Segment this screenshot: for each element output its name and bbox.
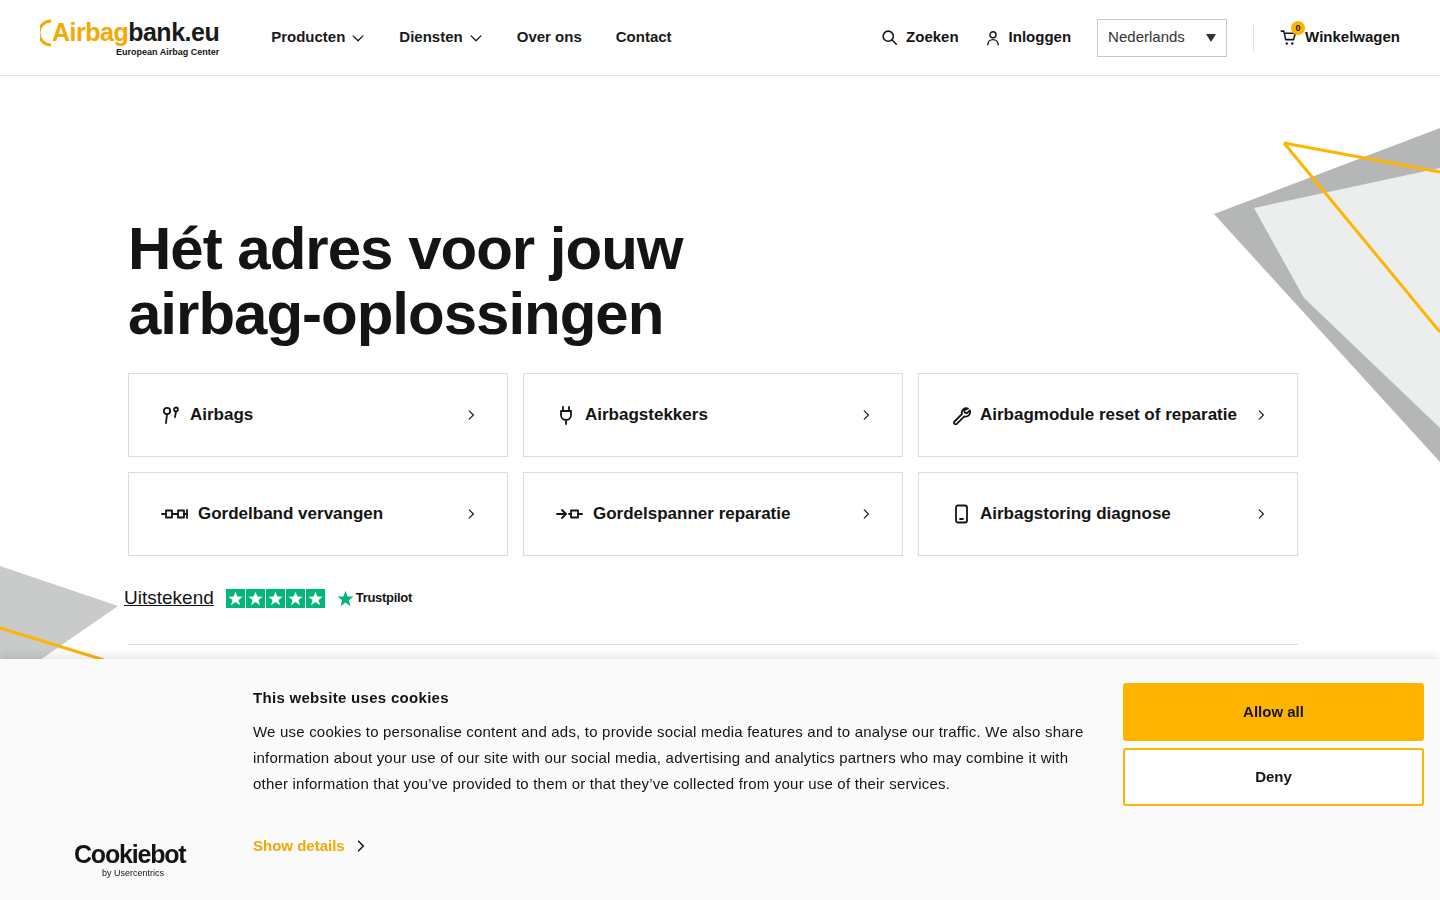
tile-label[interactable]: Airbagstoring diagnose (980, 501, 1246, 527)
site-logo[interactable]: Airbagbank.euEuropean Airbag Center (40, 19, 219, 57)
cart-button[interactable]: 0 Winkelwagen (1280, 26, 1400, 49)
show-details-label[interactable]: Show details (253, 835, 345, 858)
nav-item[interactable]: Contact (616, 26, 672, 49)
search-button[interactable]: Zoeken (881, 26, 959, 49)
nav-label[interactable]: Producten (271, 26, 345, 49)
star-icon (246, 589, 265, 608)
login-label[interactable]: Inloggen (1009, 26, 1072, 49)
section-divider (128, 644, 1298, 645)
trustpilot-name[interactable]: Trustpilot (356, 588, 412, 608)
nav-item[interactable]: Diensten (399, 26, 482, 49)
service-tiles: Airbags Airbagstekkers Airbagmodule reset … (128, 373, 1298, 556)
service-tile[interactable]: Gordelband vervangen (128, 472, 508, 556)
logo-part: bank (128, 20, 184, 45)
star-icon (266, 589, 285, 608)
nav-label[interactable]: Contact (616, 26, 672, 49)
allow-all-button[interactable]: Allow all (1123, 683, 1424, 741)
star-icon (306, 589, 325, 608)
tile-label[interactable]: Airbagstekkers (585, 402, 851, 428)
logo-part: .eu (185, 20, 220, 45)
nav-label[interactable]: Diensten (399, 26, 462, 49)
language-value[interactable]: Nederlands (1108, 26, 1185, 49)
tile-icon (161, 405, 181, 425)
nav-item[interactable]: Over ons (517, 26, 582, 49)
cart-label[interactable]: Winkelwagen (1305, 26, 1400, 49)
chevron-down-icon (469, 31, 483, 45)
tile-label[interactable]: Airbags (190, 402, 456, 428)
chevron-right-icon (1255, 508, 1267, 520)
cookie-banner: Cookiebot by Usercentrics This website use… (0, 659, 1440, 900)
cookie-buttons: Allow all Deny (1123, 659, 1424, 900)
tile-icon (556, 504, 584, 524)
hero-title: Hét adres voor jouwairbag-oplossingen (128, 216, 1440, 347)
chevron-right-icon (465, 508, 477, 520)
star-icon (286, 589, 305, 608)
cookiebot-name[interactable]: Cookiebot (74, 842, 185, 867)
language-select[interactable]: Nederlands (1097, 19, 1227, 57)
nav-label[interactable]: Over ons (517, 26, 582, 49)
service-tile[interactable]: Airbagstoring diagnose (918, 472, 1298, 556)
cart-icon-wrap[interactable]: 0 (1280, 29, 1297, 46)
service-tile[interactable]: Airbagmodule reset of reparatie (918, 373, 1298, 457)
rating-label[interactable]: Uitstekend (124, 584, 214, 613)
service-tile[interactable]: Airbags (128, 373, 508, 457)
service-tile[interactable]: Airbagstekkers (523, 373, 903, 457)
search-icon (881, 29, 898, 46)
user-icon (985, 30, 1001, 46)
logo-tagline: European Airbag Center (116, 48, 219, 57)
trustpilot-logo[interactable]: Trustpilot (337, 588, 412, 608)
chevron-down-icon (351, 31, 365, 45)
chevron-right-icon (465, 409, 477, 421)
rating-stars (226, 589, 325, 608)
cookie-body: We use cookies to personalise content an… (253, 719, 1091, 797)
chevron-right-icon (1255, 409, 1267, 421)
tile-label[interactable]: Airbagmodule reset of reparatie (980, 402, 1246, 428)
tile-label[interactable]: Gordelband vervangen (198, 501, 456, 527)
login-button[interactable]: Inloggen (985, 26, 1072, 49)
site-header: Airbagbank.euEuropean Airbag CenterProdu… (0, 0, 1440, 76)
workshop-photo (0, 566, 120, 660)
chevron-right-icon (860, 409, 872, 421)
cookiebot-sub[interactable]: by Usercentrics (102, 869, 164, 878)
header-divider (1253, 25, 1254, 51)
hero-title-line: airbag-oplossingen (128, 281, 1440, 346)
deny-button[interactable]: Deny (1123, 748, 1424, 806)
tile-icon (556, 405, 576, 425)
hero-title-line: Hét adres voor jouw (128, 216, 1440, 281)
star-icon (226, 589, 245, 608)
caret-down-icon (1206, 34, 1216, 42)
show-details-button[interactable]: Show details (253, 835, 1091, 858)
tile-icon (951, 504, 971, 524)
cart-count-badge: 0 (1291, 21, 1305, 35)
logo-ring-icon (40, 19, 52, 47)
tile-icon (951, 405, 971, 425)
cookie-title: This website uses cookies (253, 689, 1091, 707)
cookie-text: This website uses cookies We use cookies … (253, 659, 1091, 900)
search-label[interactable]: Zoeken (906, 26, 959, 49)
nav-item[interactable]: Producten (271, 26, 365, 49)
chevron-right-icon (355, 839, 367, 853)
tile-icon (161, 504, 189, 524)
chevron-right-icon (860, 508, 872, 520)
main-nav: Producten Diensten Over ons Contact (271, 26, 671, 49)
header-actions: ZoekenInloggenNederlands0Winkelwagen (881, 19, 1400, 57)
service-tile[interactable]: Gordelspanner reparatie (523, 472, 903, 556)
trustpilot-rating: Uitstekend Trustpilot (124, 584, 1440, 613)
logo-part: Airbag (52, 20, 128, 45)
cookiebot-logo[interactable]: Cookiebot by Usercentrics (0, 659, 253, 900)
trustpilot-star-icon (337, 590, 354, 607)
logo-wordmark: Airbagbank.eu (40, 19, 219, 47)
tile-label[interactable]: Gordelspanner reparatie (593, 501, 851, 527)
